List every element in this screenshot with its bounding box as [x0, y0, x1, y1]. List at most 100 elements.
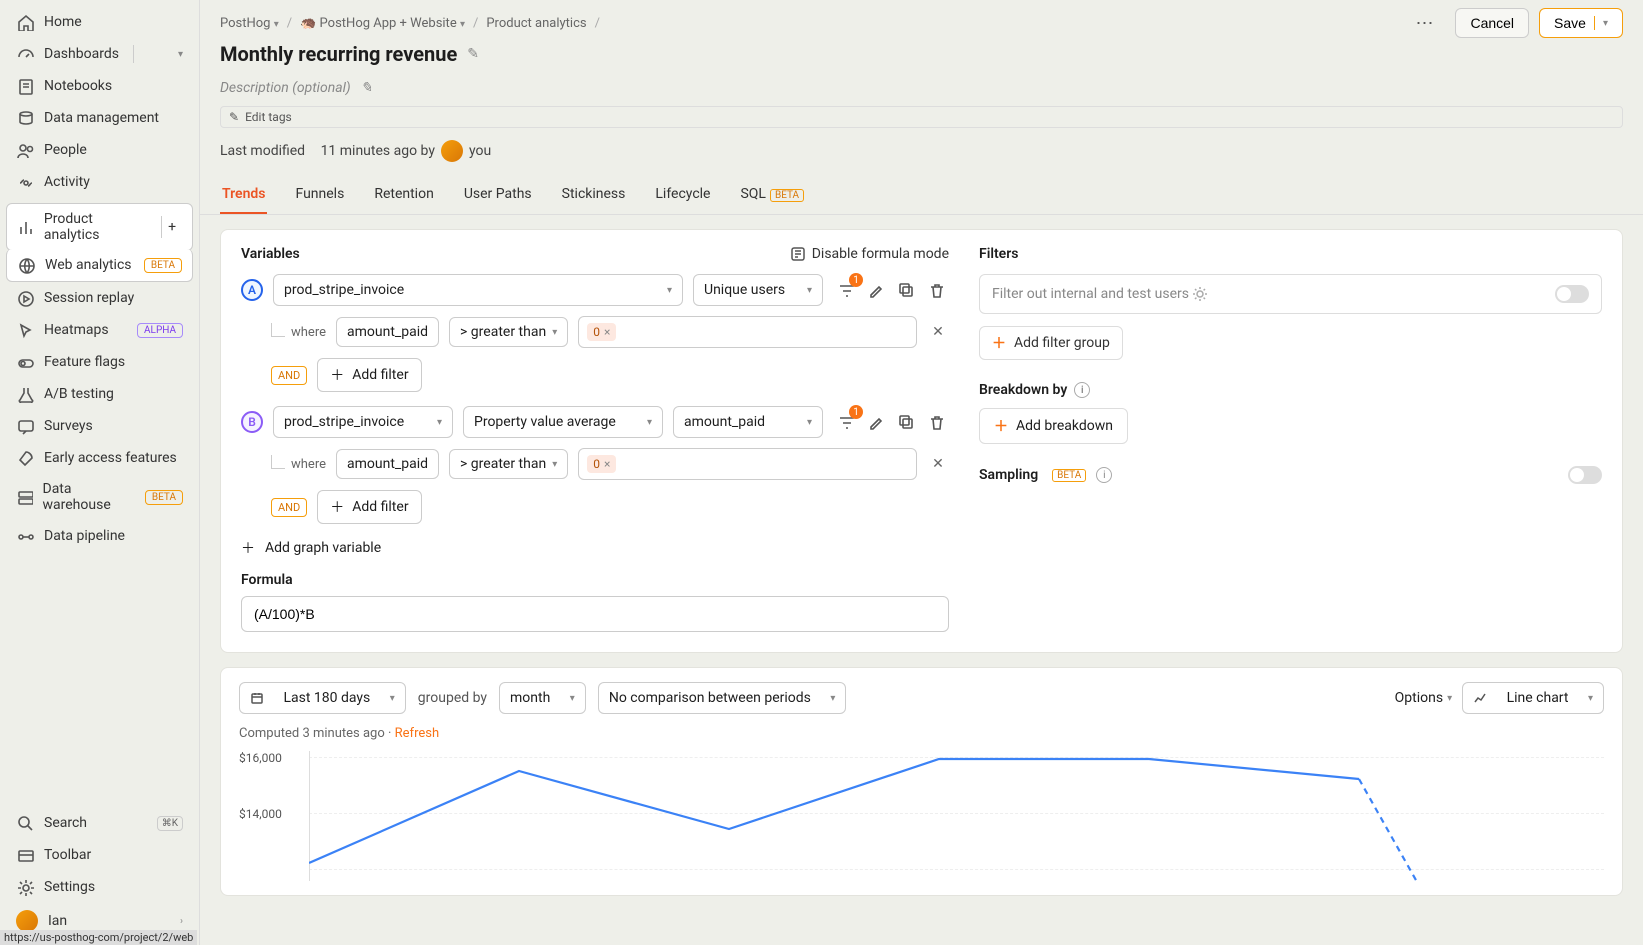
- tab-sql[interactable]: SQLBETA: [738, 176, 806, 214]
- series-b-event-select[interactable]: prod_stripe_invoice▾: [273, 406, 453, 438]
- copy-icon[interactable]: [893, 409, 919, 435]
- sidebar-item-heatmaps[interactable]: HeatmapsALPHA: [6, 314, 193, 346]
- sidebar-item-toolbar[interactable]: Toolbar: [6, 839, 193, 871]
- remove-value-icon[interactable]: ×: [604, 457, 610, 471]
- sidebar-item-session-replay[interactable]: Session replay: [6, 282, 193, 314]
- label: Ian: [48, 913, 67, 929]
- copy-icon[interactable]: [893, 277, 919, 303]
- sidebar-item-dashboards[interactable]: Dashboards▾: [6, 38, 193, 70]
- sampling-toggle[interactable]: [1568, 466, 1602, 484]
- add-breakdown-button[interactable]: ＋Add breakdown: [979, 408, 1128, 444]
- remove-value-icon[interactable]: ×: [604, 325, 610, 339]
- tab-funnels[interactable]: Funnels: [293, 176, 346, 214]
- crumb[interactable]: PostHog ▾: [220, 16, 279, 31]
- sidebar-item-web-analytics[interactable]: Web analyticsBETA: [6, 249, 193, 282]
- tab-lifecycle[interactable]: Lifecycle: [653, 176, 712, 214]
- crumb[interactable]: Product analytics: [486, 16, 586, 31]
- series-a-event-select[interactable]: prod_stripe_invoice▾: [273, 274, 683, 306]
- where-value-input[interactable]: 0 ×: [578, 448, 917, 480]
- y-axis-label: $14,000: [239, 807, 282, 821]
- chart-type-select[interactable]: Line chart ▾: [1462, 682, 1604, 714]
- label: Web analytics: [45, 257, 132, 273]
- sidebar-item-feature-flags[interactable]: Feature flags: [6, 346, 193, 378]
- where-property-select[interactable]: amount_paid: [336, 317, 439, 347]
- options-button[interactable]: Options▾: [1395, 690, 1452, 706]
- edit-icon[interactable]: [863, 277, 889, 303]
- more-menu-icon[interactable]: ⋯: [1405, 9, 1445, 38]
- bar-chart-icon: [17, 218, 34, 236]
- edit-title-icon[interactable]: ✎: [467, 46, 479, 62]
- where-label: where: [291, 325, 326, 340]
- date-range-select[interactable]: Last 180 days ▾: [239, 682, 406, 714]
- where-value-input[interactable]: 0 ×: [578, 316, 917, 348]
- where-property-select[interactable]: amount_paid: [336, 449, 439, 479]
- edit-icon[interactable]: [863, 409, 889, 435]
- sidebar-item-activity[interactable]: Activity: [6, 166, 193, 198]
- compare-select[interactable]: No comparison between periods ▾: [598, 682, 847, 714]
- series-b-property-select[interactable]: amount_paid▾: [673, 406, 823, 438]
- edit-tags-button[interactable]: ✎ Edit tags: [220, 106, 1623, 128]
- line-chart-icon: [1473, 691, 1487, 705]
- interval-select[interactable]: month ▾: [499, 682, 586, 714]
- label: Search: [44, 815, 87, 831]
- info-icon[interactable]: i: [1074, 382, 1090, 398]
- formula-input[interactable]: [241, 596, 949, 632]
- filter-icon[interactable]: 1: [833, 277, 859, 303]
- cursor-icon: [16, 321, 34, 339]
- sidebar-item-early-access[interactable]: Early access features: [6, 442, 193, 474]
- tab-user-paths[interactable]: User Paths: [462, 176, 534, 214]
- chevron-down-icon: ▾: [1588, 693, 1593, 704]
- description-placeholder[interactable]: Description (optional): [220, 80, 351, 96]
- tab-retention[interactable]: Retention: [372, 176, 436, 214]
- add-graph-variable-button[interactable]: ＋Add graph variable: [241, 538, 949, 558]
- sidebar-item-surveys[interactable]: Surveys: [6, 410, 193, 442]
- breadcrumb: PostHog ▾/ 🦔 PostHog App + Website ▾/ Pr…: [220, 16, 600, 31]
- plus-icon[interactable]: +: [161, 216, 182, 238]
- chevron-down-icon[interactable]: ▾: [1603, 18, 1608, 29]
- cancel-button[interactable]: Cancel: [1455, 8, 1529, 38]
- chevron-down-icon[interactable]: ▾: [178, 49, 183, 60]
- toggle[interactable]: [1555, 285, 1589, 303]
- add-filter-group-button[interactable]: ＋Add filter group: [979, 326, 1123, 360]
- filter-icon[interactable]: 1: [833, 409, 859, 435]
- label: Data warehouse: [43, 481, 135, 513]
- save-button[interactable]: Save▾: [1539, 8, 1623, 38]
- remove-filter-icon[interactable]: ✕: [927, 453, 949, 475]
- trash-icon[interactable]: [923, 277, 949, 303]
- breakdown-heading: Breakdown by i: [979, 382, 1602, 398]
- sidebar-item-data-pipeline[interactable]: Data pipeline: [6, 520, 193, 552]
- sidebar-item-data-warehouse[interactable]: Data warehouseBETA: [6, 474, 193, 520]
- sidebar-item-people[interactable]: People: [6, 134, 193, 166]
- tab-stickiness[interactable]: Stickiness: [560, 176, 628, 214]
- crumb[interactable]: 🦔 PostHog App + Website ▾: [300, 16, 465, 31]
- sidebar-item-home[interactable]: Home: [6, 6, 193, 38]
- refresh-button[interactable]: Refresh: [395, 726, 439, 741]
- sidebar-item-ab-testing[interactable]: A/B testing: [6, 378, 193, 410]
- where-operator-select[interactable]: > greater than▾: [449, 317, 568, 347]
- gear-icon[interactable]: [1192, 286, 1208, 302]
- sidebar-item-settings[interactable]: Settings: [6, 871, 193, 903]
- label: Home: [44, 14, 82, 30]
- count-badge: 1: [849, 405, 863, 419]
- internal-users-filter[interactable]: Filter out internal and test users: [979, 274, 1602, 314]
- database-icon: [16, 109, 34, 127]
- chart-area: $16,000 $14,000: [239, 751, 1604, 881]
- remove-filter-icon[interactable]: ✕: [927, 321, 949, 343]
- sidebar-item-search[interactable]: Search⌘K: [6, 807, 193, 839]
- toggle-icon: [16, 353, 34, 371]
- add-filter-button[interactable]: ＋Add filter: [317, 358, 421, 392]
- trash-icon[interactable]: [923, 409, 949, 435]
- where-operator-select[interactable]: > greater than▾: [449, 449, 568, 479]
- sidebar-item-product-analytics[interactable]: Product analytics+: [6, 203, 193, 251]
- edit-description-icon[interactable]: ✎: [361, 80, 373, 96]
- series-letter-b: B: [241, 411, 263, 433]
- add-filter-button[interactable]: ＋Add filter: [317, 490, 421, 524]
- sidebar-item-data-management[interactable]: Data management: [6, 102, 193, 134]
- tab-trends[interactable]: Trends: [220, 176, 267, 214]
- disable-formula-button[interactable]: Disable formula mode: [790, 246, 949, 262]
- series-b-aggregation-select[interactable]: Property value average▾: [463, 406, 663, 438]
- activity-icon: [16, 173, 34, 191]
- sidebar-item-notebooks[interactable]: Notebooks: [6, 70, 193, 102]
- series-a-aggregation-select[interactable]: Unique users▾: [693, 274, 823, 306]
- info-icon[interactable]: i: [1096, 467, 1112, 483]
